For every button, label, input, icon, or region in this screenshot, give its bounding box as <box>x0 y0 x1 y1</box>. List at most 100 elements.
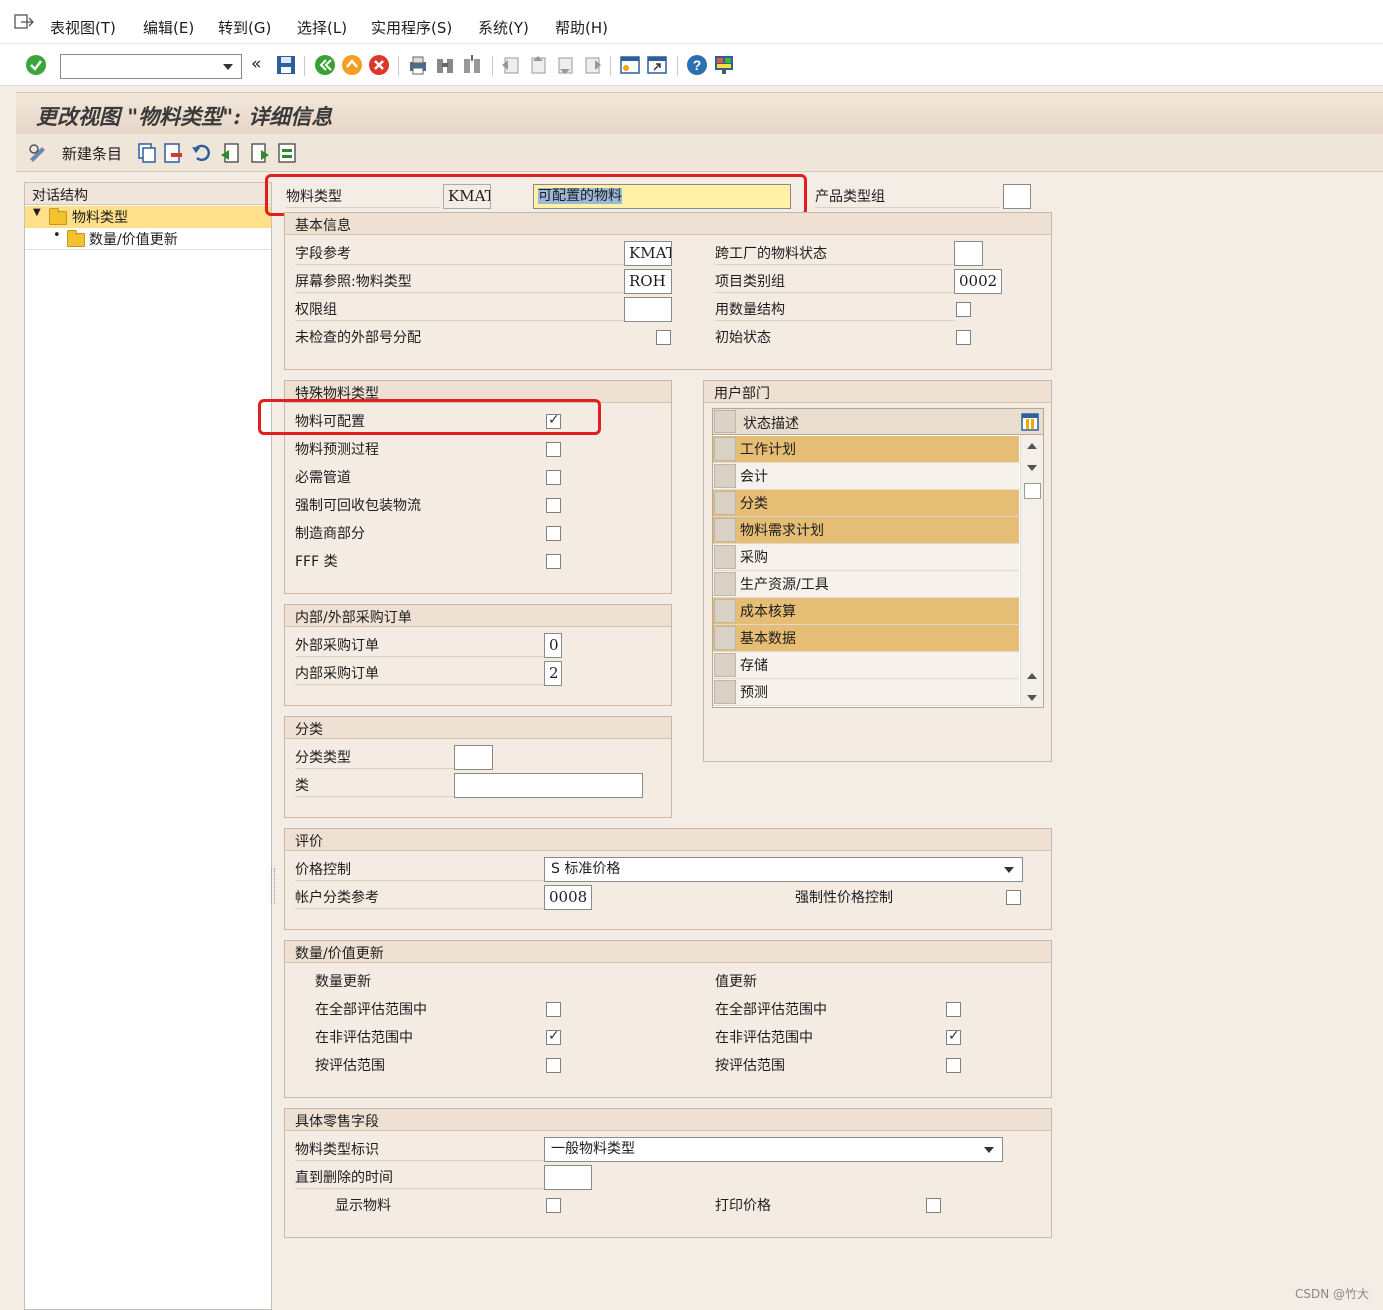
chevron-down-icon[interactable] <box>223 64 233 70</box>
new-entries-button[interactable]: 新建条目 <box>62 143 122 164</box>
delete-icon[interactable] <box>162 141 184 165</box>
table-row[interactable]: 分类 <box>713 490 1019 517</box>
value-all-areas-checkbox[interactable] <box>946 1002 961 1017</box>
scroll-page-up-icon[interactable] <box>1027 673 1037 679</box>
table-row[interactable]: 生产资源/工具 <box>713 571 1019 598</box>
next-page-icon[interactable] <box>553 53 577 77</box>
product-type-group-field[interactable] <box>1003 184 1031 209</box>
tree-item-material-type[interactable]: ▼ 物料类型 <box>25 206 271 228</box>
fff-class-checkbox[interactable] <box>546 554 561 569</box>
menu-edit[interactable]: 编辑(E) <box>143 17 194 38</box>
quantity-structure-checkbox[interactable] <box>956 302 971 317</box>
table-row[interactable]: 存储 <box>713 652 1019 679</box>
forced-price-control-checkbox[interactable] <box>1006 890 1021 905</box>
qty-by-area-checkbox[interactable] <box>546 1058 561 1073</box>
menu-exit-icon[interactable] <box>14 14 34 30</box>
chevron-down-icon[interactable] <box>984 1147 994 1153</box>
table-row[interactable]: 会计 <box>713 463 1019 490</box>
row-selector[interactable] <box>714 518 736 542</box>
item-category-group-field[interactable]: 0002 <box>954 269 1002 294</box>
tree-item-qty-value-update[interactable]: • 数量/价值更新 <box>25 228 271 250</box>
chevron-down-icon[interactable] <box>1004 867 1014 873</box>
table-row[interactable]: 基本数据 <box>713 625 1019 652</box>
undo-change-icon[interactable] <box>190 141 214 165</box>
class-field[interactable] <box>454 773 643 798</box>
pipeline-mandatory-checkbox[interactable] <box>546 470 561 485</box>
select-all-icon[interactable] <box>276 141 298 165</box>
back-icon[interactable] <box>313 53 337 77</box>
panel-splitter[interactable] <box>271 868 275 904</box>
table-settings-icon[interactable] <box>1021 413 1039 431</box>
create-session-icon[interactable] <box>618 53 642 77</box>
screen-reference-field[interactable]: ROH <box>624 269 672 294</box>
returnable-packaging-checkbox[interactable] <box>546 498 561 513</box>
exit-icon[interactable] <box>340 53 364 77</box>
row-selector[interactable] <box>714 491 736 515</box>
display-material-checkbox[interactable] <box>546 1198 561 1213</box>
save-icon[interactable] <box>274 53 298 77</box>
enter-check-icon[interactable] <box>24 53 48 77</box>
find-next-icon[interactable] <box>460 53 484 77</box>
table-row[interactable]: 预测 <box>713 679 1019 706</box>
table-row[interactable]: 成本核算 <box>713 598 1019 625</box>
value-no-areas-checkbox[interactable] <box>946 1028 961 1045</box>
material-type-description-field[interactable]: 可配置的物料 <box>533 184 791 209</box>
shortcut-icon[interactable] <box>645 53 669 77</box>
select-all-rows-button[interactable] <box>714 410 736 433</box>
time-until-deletion-field[interactable] <box>544 1165 592 1190</box>
help-icon[interactable]: ? <box>685 53 709 77</box>
class-type-field[interactable] <box>454 745 493 770</box>
tree-expand-icon[interactable]: ▼ <box>33 207 41 218</box>
cancel-icon[interactable] <box>367 53 391 77</box>
command-field[interactable] <box>60 54 242 79</box>
print-price-checkbox[interactable] <box>926 1198 941 1213</box>
internal-po-field[interactable]: 2 <box>544 661 562 686</box>
table-row[interactable]: 采购 <box>713 544 1019 571</box>
row-selector[interactable] <box>714 599 736 623</box>
previous-entry-icon[interactable] <box>219 141 241 165</box>
display-change-icon[interactable] <box>26 141 50 165</box>
menu-selection[interactable]: 选择(L) <box>297 17 347 38</box>
menu-utilities[interactable]: 实用程序(S) <box>371 17 452 38</box>
menu-goto[interactable]: 转到(G) <box>218 17 271 38</box>
print-icon[interactable] <box>406 53 430 77</box>
menu-help[interactable]: 帮助(H) <box>555 17 608 38</box>
first-page-icon[interactable] <box>499 53 523 77</box>
row-selector[interactable] <box>714 680 736 704</box>
table-row[interactable]: 工作计划 <box>713 436 1019 463</box>
scroll-up-icon[interactable] <box>1027 443 1037 449</box>
menu-table-view[interactable]: 表视图(T) <box>50 17 116 38</box>
previous-page-icon[interactable] <box>526 53 550 77</box>
row-selector[interactable] <box>714 464 736 488</box>
configurable-checkbox[interactable] <box>546 412 561 429</box>
row-selector[interactable] <box>714 545 736 569</box>
scroll-down-icon[interactable] <box>1027 465 1037 471</box>
authorization-group-field[interactable] <box>624 297 672 322</box>
forecast-process-checkbox[interactable] <box>546 442 561 457</box>
copy-as-icon[interactable] <box>136 141 158 165</box>
external-po-field[interactable]: 0 <box>544 633 562 658</box>
customize-layout-icon[interactable] <box>712 53 736 77</box>
double-chevron-left-icon[interactable]: « <box>251 54 261 74</box>
initial-status-checkbox[interactable] <box>956 330 971 345</box>
scroll-thumb[interactable] <box>1024 483 1041 499</box>
table-row[interactable]: 物料需求计划 <box>713 517 1019 544</box>
table-scrollbar[interactable] <box>1020 435 1043 707</box>
qty-all-areas-checkbox[interactable] <box>546 1002 561 1017</box>
row-selector[interactable] <box>714 572 736 596</box>
external-number-checkbox[interactable] <box>656 330 671 345</box>
row-selector[interactable] <box>714 653 736 677</box>
find-icon[interactable] <box>433 53 457 77</box>
material-type-id-dropdown[interactable]: 一般物料类型 <box>544 1137 1003 1162</box>
qty-no-areas-checkbox[interactable] <box>546 1028 561 1045</box>
account-category-ref-field[interactable]: 0008 <box>544 885 592 910</box>
menu-system[interactable]: 系统(Y) <box>478 17 529 38</box>
row-selector[interactable] <box>714 437 736 461</box>
value-by-area-checkbox[interactable] <box>946 1058 961 1073</box>
price-control-dropdown[interactable]: S 标准价格 <box>544 857 1023 882</box>
next-entry-icon[interactable] <box>249 141 271 165</box>
cross-plant-status-field[interactable] <box>954 241 983 266</box>
row-selector[interactable] <box>714 626 736 650</box>
manufacturer-part-checkbox[interactable] <box>546 526 561 541</box>
last-page-icon[interactable] <box>580 53 604 77</box>
